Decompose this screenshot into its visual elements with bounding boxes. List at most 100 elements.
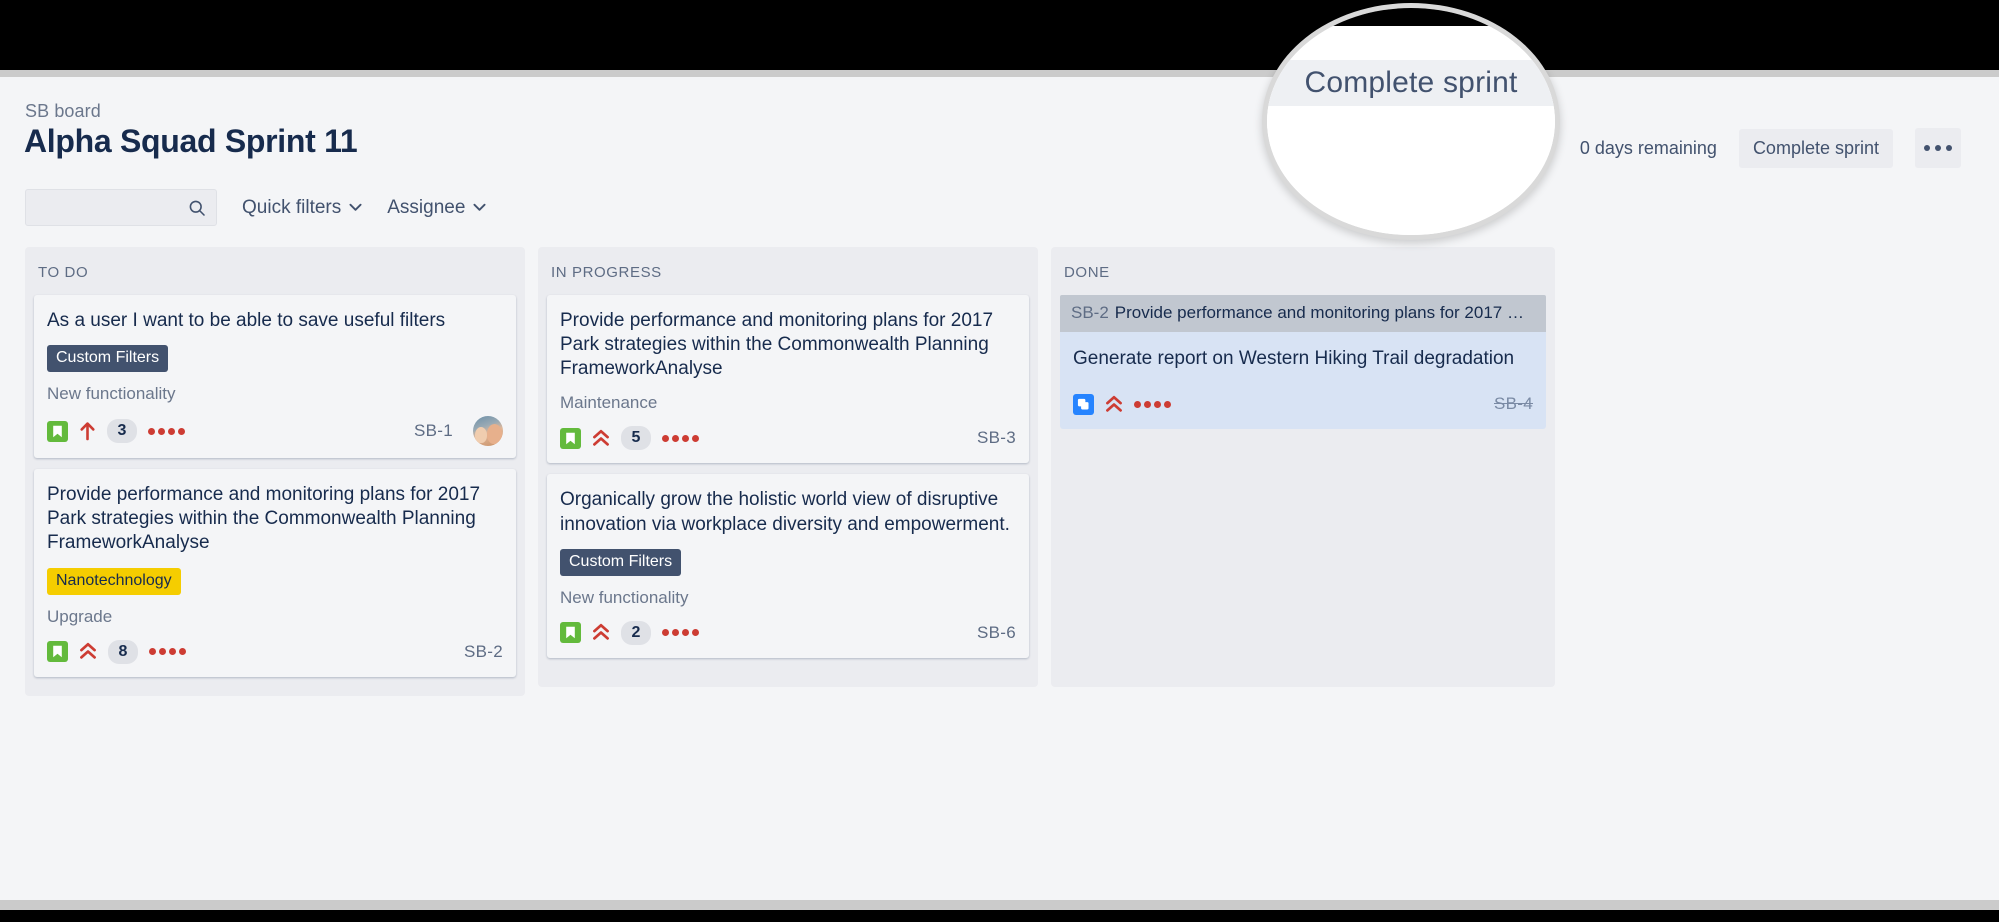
flag-dot (682, 629, 689, 637)
flag-dot (148, 427, 155, 435)
flag-dot (672, 629, 679, 637)
card-title: Generate report on Western Hiking Trail … (1073, 348, 1515, 369)
board-card-sb-1[interactable]: As a user I want to be able to save usef… (34, 295, 516, 459)
flag-dot (149, 648, 156, 655)
column-card-list: SB-2 Provide performance and monitoring p… (1051, 295, 1555, 430)
drop-hint-key: SB-2 (1071, 303, 1109, 322)
card-label: Custom Filters (560, 548, 682, 576)
card-footer: 3 SB-1 (47, 416, 503, 447)
board-card-sb-4[interactable]: Generate report on Western Hiking Trail … (1060, 332, 1546, 430)
card-epic-label: New functionality (47, 384, 176, 404)
board-card-sb-2[interactable]: Provide performance and monitoring plans… (34, 469, 516, 677)
board-card-sb-6[interactable]: Organically grow the holistic world view… (547, 474, 1029, 658)
assignee-label: Assignee (387, 196, 466, 218)
column-title: IN PROGRESS (551, 264, 662, 281)
story-icon (560, 622, 581, 644)
board: TO DO As a user I want to be able to save… (25, 247, 1977, 696)
card-title: Organically grow the holistic world view… (560, 489, 1010, 535)
flag-dots-icon (662, 629, 699, 637)
magnified-complete-sprint-label: Complete sprint (1304, 66, 1518, 99)
story-icon (560, 427, 581, 449)
board-card-sb-3[interactable]: Provide performance and monitoring plans… (547, 295, 1029, 464)
magnifier-loupe: Complete sprint (1262, 3, 1560, 240)
story-icon (47, 420, 68, 442)
screen: SB board Alpha Squad Sprint 11 0 days re… (0, 0, 1999, 922)
column-title: TO DO (38, 264, 89, 281)
assignee-dropdown[interactable]: Assignee (387, 197, 486, 219)
card-epic-label: Maintenance (560, 393, 658, 413)
priority-highest-chevrons-icon (1105, 395, 1123, 414)
card-footer: 8 SB-2 (47, 639, 503, 665)
card-footer: SB-4 (1073, 391, 1533, 417)
days-remaining-text: 0 days remaining (1579, 137, 1717, 158)
frame-bottom-edge (0, 900, 1999, 910)
priority-highest-chevrons-icon (592, 429, 610, 448)
flag-dots-icon (148, 427, 185, 435)
column-title: DONE (1064, 264, 1110, 281)
more-actions-button[interactable] (1915, 128, 1961, 168)
magnifier-top-cap (1267, 8, 1555, 26)
flag-dot (1164, 400, 1171, 408)
column-card-list: Provide performance and monitoring plans… (538, 295, 1038, 658)
flag-dot (662, 629, 669, 637)
card-issue-key[interactable]: SB-3 (977, 428, 1016, 448)
flag-dot (168, 427, 175, 435)
card-issue-key[interactable]: SB-2 (464, 642, 503, 662)
flag-dot (1144, 400, 1151, 408)
avatar[interactable] (473, 416, 503, 447)
flag-dots-icon (662, 434, 699, 442)
flag-dot (1154, 400, 1161, 408)
flag-dot (692, 434, 699, 442)
flag-dot (672, 434, 679, 442)
card-title: Provide performance and monitoring plans… (47, 484, 481, 554)
flag-dot (158, 427, 165, 435)
card-issue-key[interactable]: SB-6 (977, 623, 1016, 643)
story-points-badge: 2 (621, 620, 651, 645)
board-column-done: DONE SB-2 Provide performance and monitori… (1051, 247, 1555, 687)
magnifier-content: Complete sprint (1267, 8, 1555, 235)
board-column-in-progress: IN PROGRESS Provide performance and monit… (538, 247, 1038, 687)
page-title: Alpha Squad Sprint 11 (24, 123, 358, 159)
card-title: Provide performance and monitoring plans… (560, 310, 994, 380)
story-points-badge: 5 (621, 426, 651, 451)
flag-dot (662, 434, 669, 442)
priority-highest-chevrons-icon (592, 623, 610, 642)
card-label: Custom Filters (47, 345, 169, 373)
task-icon (1073, 393, 1094, 415)
search-box[interactable] (25, 189, 277, 226)
story-points-badge: 8 (108, 639, 138, 664)
app-window: SB board Alpha Squad Sprint 11 0 days re… (0, 77, 1999, 910)
flag-dot (159, 648, 166, 655)
flag-dots-icon (1134, 400, 1171, 408)
column-card-list: As a user I want to be able to save usef… (25, 295, 525, 677)
breadcrumb[interactable]: SB board (25, 101, 101, 122)
flag-dots-icon (149, 648, 186, 655)
top-black-bar (0, 0, 1999, 70)
flag-dot (178, 427, 185, 435)
flag-dot (682, 434, 689, 442)
flag-dot (1134, 400, 1141, 408)
story-icon (47, 641, 68, 662)
priority-highest-chevrons-icon (79, 642, 97, 661)
more-dot (1935, 145, 1941, 151)
board-column-to-do: TO DO As a user I want to be able to save… (25, 247, 525, 696)
chevron-down-icon (349, 201, 362, 214)
complete-sprint-button[interactable]: Complete sprint (1738, 128, 1893, 168)
search-icon (187, 198, 207, 223)
story-points-badge: 3 (107, 419, 137, 444)
drag-drop-hint: SB-2 Provide performance and monitoring p… (1060, 295, 1546, 332)
card-footer: 5 SB-3 (560, 425, 1016, 451)
more-dot (1946, 145, 1952, 151)
bottom-black-bar (0, 910, 1999, 922)
filter-bar: Quick filters Assignee (25, 189, 486, 226)
card-issue-key[interactable]: SB-4 (1494, 394, 1533, 414)
card-epic-label: Upgrade (47, 606, 113, 626)
more-dot (1924, 145, 1930, 151)
priority-high-arrow-icon (79, 421, 96, 441)
card-issue-key[interactable]: SB-1 (414, 421, 453, 441)
card-footer: 2 SB-6 (560, 620, 1016, 646)
card-label: Nanotechnology (47, 567, 181, 595)
flag-dot (692, 629, 699, 637)
chevron-down-icon (473, 201, 486, 214)
search-input[interactable] (26, 198, 277, 217)
